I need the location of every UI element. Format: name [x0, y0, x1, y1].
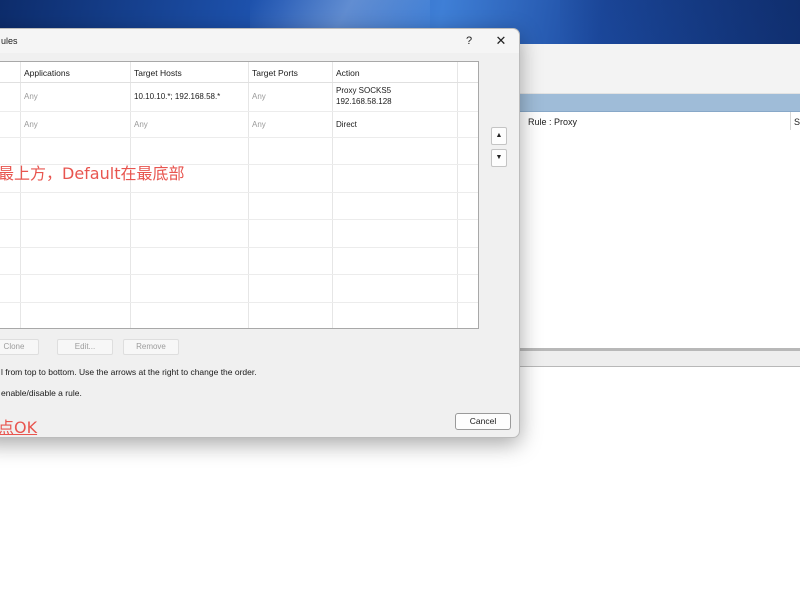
- background-rules-table: [518, 112, 800, 352]
- cell-target-ports: Any: [252, 120, 266, 129]
- cell-target-hosts: 10.10.10.*; 192.168.58.*: [134, 92, 221, 101]
- clone-button[interactable]: Clone: [0, 339, 39, 355]
- row-divider: [0, 274, 478, 275]
- cancel-button[interactable]: Cancel: [455, 413, 511, 430]
- column-separator: [248, 62, 249, 328]
- background-column-header-rule[interactable]: Rule : Proxy: [528, 117, 577, 127]
- edit-button[interactable]: Edit...: [57, 339, 113, 355]
- annotation-click-ok: 点OK: [0, 418, 38, 437]
- background-column-separator: [790, 112, 791, 130]
- dialog-title: ules: [1, 36, 18, 46]
- move-up-button[interactable]: ▲: [491, 127, 507, 145]
- column-header-applications[interactable]: Applications: [24, 68, 70, 78]
- row-divider: [0, 192, 478, 193]
- row-divider: [0, 137, 478, 138]
- cell-action-detail: 192.168.58.128: [336, 97, 392, 106]
- column-header-target-hosts[interactable]: Target Hosts: [134, 68, 182, 78]
- cell-target-hosts: Any: [134, 120, 148, 129]
- row-divider: [0, 247, 478, 248]
- column-separator: [20, 62, 21, 328]
- dialog-titlebar[interactable]: ules ? ✕: [0, 29, 519, 53]
- order-hint-text: l from top to bottom. Use the arrows at …: [1, 367, 257, 377]
- rules-table[interactable]: Applications Target Hosts Target Ports A…: [0, 61, 479, 329]
- row-divider: [0, 302, 478, 303]
- help-button[interactable]: ?: [459, 32, 479, 50]
- background-status-strip: [518, 351, 800, 367]
- close-button[interactable]: ✕: [491, 32, 511, 50]
- column-separator: [457, 62, 458, 328]
- column-header-target-ports[interactable]: Target Ports: [252, 68, 298, 78]
- annotation-order-note: 最上方，Default在最底部: [0, 164, 185, 183]
- cell-target-ports: Any: [252, 92, 266, 101]
- column-separator: [332, 62, 333, 328]
- cell-action: Proxy SOCKS5: [336, 86, 392, 95]
- row-divider: [0, 219, 478, 220]
- cell-action: Direct: [336, 120, 357, 129]
- column-header-action[interactable]: Action: [336, 68, 360, 78]
- proxification-rules-dialog: ules ? ✕ Applications Target Hosts Targe…: [0, 28, 520, 438]
- move-down-button[interactable]: ▼: [491, 149, 507, 167]
- enable-hint-text: enable/disable a rule.: [1, 388, 82, 398]
- header-divider: [0, 82, 478, 83]
- cell-applications: Any: [24, 92, 38, 101]
- remove-button[interactable]: Remove: [123, 339, 179, 355]
- cell-applications: Any: [24, 120, 38, 129]
- column-separator: [130, 62, 131, 328]
- background-column-header-s[interactable]: S: [794, 117, 800, 127]
- row-divider: [0, 111, 478, 112]
